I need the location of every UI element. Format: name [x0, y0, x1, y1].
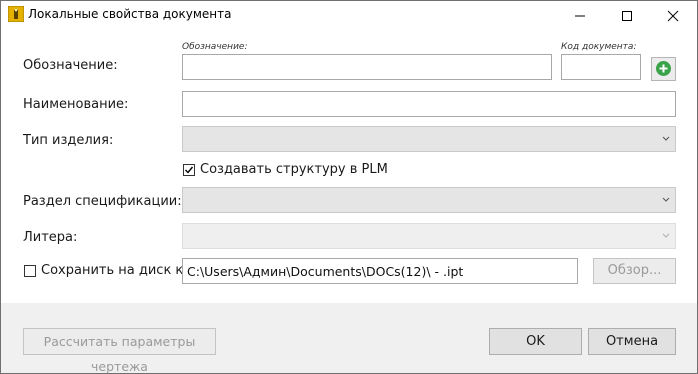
title-bar[interactable]: Локальные свойства документа — [1, 1, 697, 29]
cancel-button[interactable]: Отмена — [588, 328, 676, 355]
plus-circle-icon — [656, 61, 671, 76]
window-title: Локальные свойства документа — [28, 7, 232, 21]
doc-code-field[interactable] — [561, 54, 641, 80]
letter-select[interactable] — [182, 223, 676, 249]
save-to-disk-checkbox[interactable] — [24, 265, 36, 277]
minimize-button[interactable] — [557, 1, 603, 29]
checkmark-icon — [185, 166, 194, 174]
calculate-drawing-params-button[interactable]: Рассчитать параметры чертежа — [23, 328, 216, 373]
product-type-select[interactable] — [182, 126, 676, 152]
designation-label: Обозначение: — [23, 58, 118, 73]
properties-dialog: Локальные свойства документа Обозначение… — [0, 0, 698, 374]
designation-hint: Обозначение: — [182, 42, 248, 52]
close-button[interactable] — [650, 1, 696, 29]
create-plm-checkbox[interactable] — [183, 164, 195, 176]
name-label: Наименование: — [23, 97, 129, 112]
browse-button[interactable]: Обзор... — [593, 258, 676, 284]
add-designation-button[interactable] — [651, 57, 676, 81]
letter-label: Литера: — [23, 230, 78, 245]
product-type-label: Тип изделия: — [23, 133, 114, 148]
form-body: Обозначение: Обозначение: Код документа:… — [1, 29, 697, 303]
designation-field[interactable] — [182, 54, 552, 80]
dialog-footer: Рассчитать параметры чертежа OK Отмена — [1, 303, 697, 373]
maximize-button[interactable] — [604, 1, 650, 29]
save-path-field[interactable]: C:\Users\Админ\Documents\DOCs(12)\ - .ip… — [182, 258, 578, 284]
chevron-down-icon — [662, 197, 670, 202]
chevron-down-icon — [662, 136, 670, 141]
doc-code-hint: Код документа: — [561, 42, 637, 52]
close-icon — [667, 10, 679, 22]
create-plm-label[interactable]: Создавать структуру в PLM — [200, 162, 388, 177]
chevron-down-icon — [662, 233, 670, 238]
minimize-icon — [575, 15, 585, 17]
spec-section-label: Раздел спецификации: — [23, 194, 182, 209]
app-icon — [7, 5, 25, 23]
spec-section-select[interactable] — [182, 187, 676, 213]
save-to-disk-label[interactable]: Сохранить на диск как: — [41, 263, 203, 278]
maximize-icon — [622, 11, 632, 21]
ok-button[interactable]: OK — [489, 328, 582, 355]
name-field[interactable] — [182, 91, 676, 117]
